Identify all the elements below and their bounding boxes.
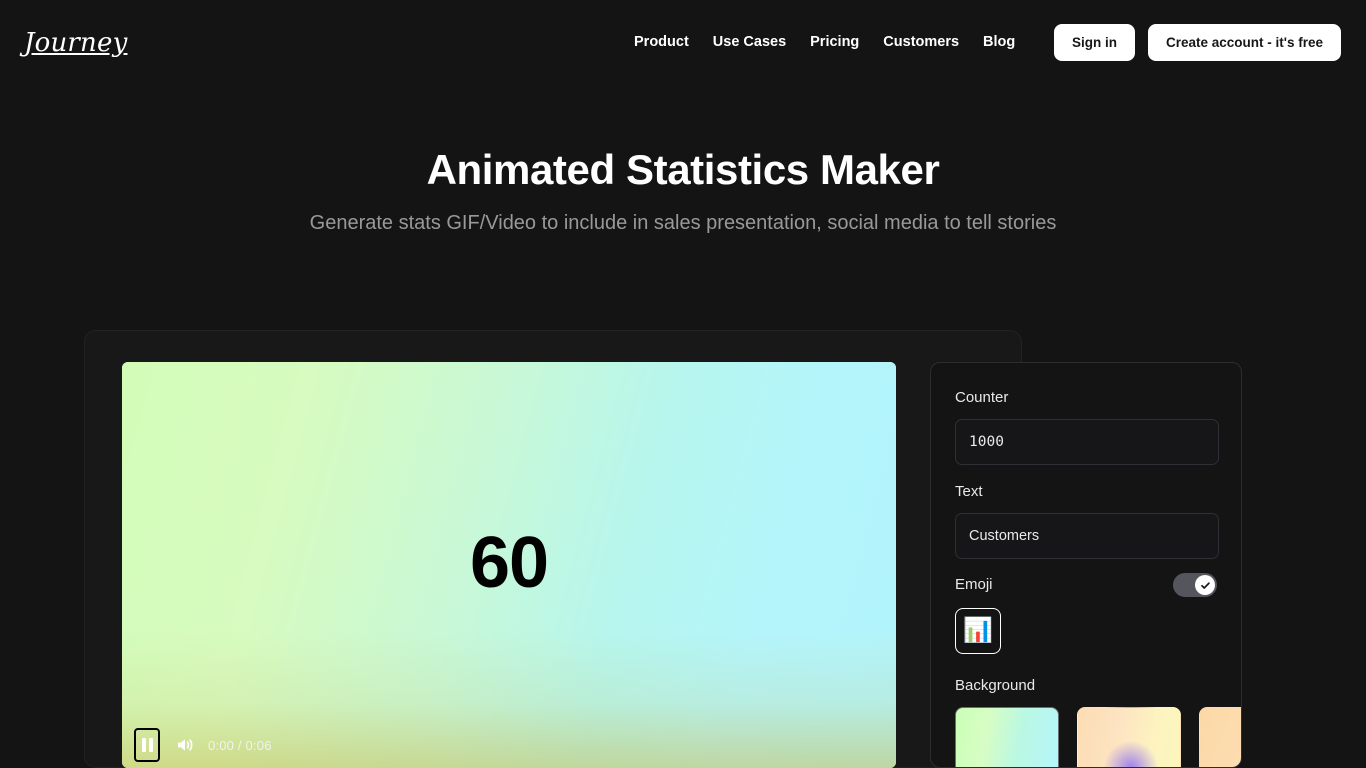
volume-icon[interactable] — [170, 728, 200, 762]
nav-item-pricing[interactable]: Pricing — [810, 31, 859, 53]
nav-item-product[interactable]: Product — [634, 31, 689, 53]
site-header: Journey Product Use Cases Pricing Custom… — [0, 0, 1366, 85]
auth-actions: Sign in Create account - it's free — [1053, 24, 1341, 61]
text-label: Text — [955, 483, 983, 500]
video-controls: 0:00 / 0:06 — [134, 728, 272, 762]
sign-in-button[interactable]: Sign in — [1053, 24, 1135, 61]
main-navigation: Product Use Cases Pricing Customers Blog — [634, 31, 1015, 53]
toggle-knob — [1195, 575, 1215, 595]
background-swatch-orange-yellow[interactable] — [1199, 707, 1241, 767]
check-icon — [1200, 581, 1210, 589]
pause-icon — [141, 738, 153, 752]
create-account-button[interactable]: Create account - it's free — [1147, 24, 1341, 61]
text-field: Text — [955, 481, 1219, 559]
nav-item-customers[interactable]: Customers — [883, 31, 959, 53]
nav-item-use-cases[interactable]: Use Cases — [713, 31, 786, 53]
counter-field: Counter — [955, 387, 1219, 465]
video-preview[interactable]: 60 0:00 / 0:06 — [122, 362, 896, 768]
page-title: Animated Statistics Maker — [426, 146, 940, 193]
video-counter-value: 60 — [469, 523, 549, 603]
pause-button[interactable] — [134, 728, 160, 762]
background-label: Background — [955, 677, 1036, 694]
settings-panel: Counter Text Emoji 📊 Background — [930, 362, 1242, 768]
counter-label: Counter — [955, 389, 1009, 406]
journey-logo[interactable]: Journey — [24, 26, 127, 60]
background-swatch-peach-purple[interactable] — [1077, 707, 1181, 767]
background-swatches — [955, 707, 1241, 767]
video-time-display: 0:00 / 0:06 — [208, 737, 272, 753]
page-subtitle: Generate stats GIF/Video to include in s… — [309, 212, 1057, 234]
text-input[interactable] — [955, 513, 1219, 559]
background-swatch-green-cyan[interactable] — [955, 707, 1059, 767]
counter-input[interactable] — [955, 419, 1219, 465]
emoji-row: Emoji — [955, 573, 1217, 597]
emoji-toggle[interactable] — [1173, 573, 1217, 597]
bar-chart-emoji-button[interactable]: 📊 — [955, 608, 1001, 654]
nav-item-blog[interactable]: Blog — [983, 31, 1015, 53]
emoji-label: Emoji — [955, 576, 993, 593]
